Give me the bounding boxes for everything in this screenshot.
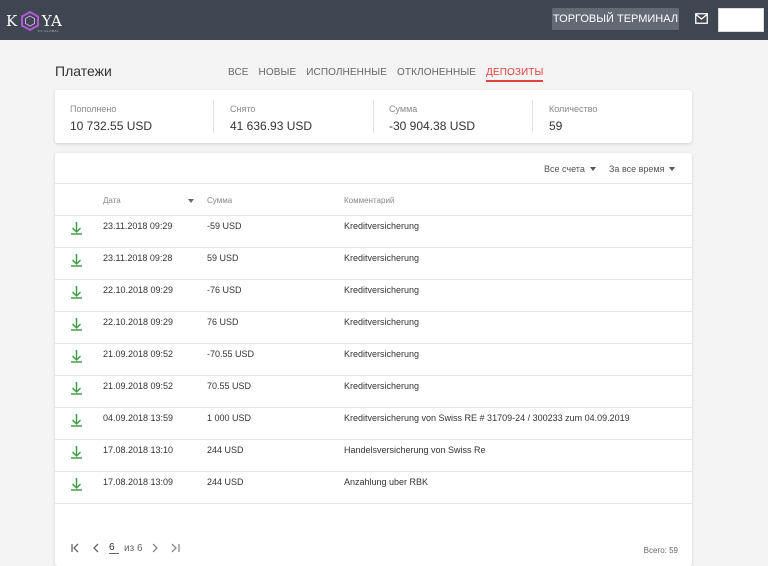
row-amount: 244 USD [207,445,244,455]
user-account-box[interactable] [718,8,764,32]
row-date: 22.10.2018 09:29 [103,317,174,327]
summary-card: Пополнено 10 732.55 USD Снято 41 636.93 … [55,90,692,143]
table-row[interactable]: 22.10.2018 09:29 -76 USD Kreditversicherun… [55,280,692,312]
column-header-comment[interactable]: Комментарий [344,196,394,205]
row-date: 17.08.2018 13:09 [103,477,174,487]
divider [373,100,374,133]
row-comment: Kreditversicherung [344,381,420,391]
table-row[interactable]: 04.09.2018 13:59 1 000 USD Kreditversicher… [55,408,692,440]
top-bar: K YA FX GLOBAL ТОРГОВЫЙ ТЕРМИНАЛ [0,0,768,40]
column-header-amount[interactable]: Сумма [207,196,232,205]
table-row[interactable]: 21.09.2018 09:52 -70.55 USD Kreditversiche… [55,344,692,376]
table-row[interactable]: 23.11.2018 09:28 59 USD Kreditversicherung [55,248,692,280]
payment-tabs: ВСЕ НОВЫЕ ИСПОЛНЕННЫЕ ОТКЛОНЕННЫЕ ДЕПОЗИ… [228,67,553,82]
row-comment: Kreditversicherung von Swiss RE # 31709-… [344,413,630,423]
row-date: 23.11.2018 09:28 [103,253,173,263]
row-amount: 59 USD [207,253,239,263]
tab-executed[interactable]: ИСПОЛНЕННЫЕ [306,67,387,82]
tab-new[interactable]: НОВЫЕ [259,67,297,82]
row-comment: Anzahlung uber RBK [344,477,429,487]
divider [213,100,214,133]
row-amount: -59 USD [207,221,242,231]
period-filter-label: За все время [609,164,665,174]
table-row[interactable]: 23.11.2018 09:29 -59 USD Kreditversicherun… [55,216,692,248]
logo[interactable]: K YA FX GLOBAL [6,8,62,34]
download-arrow-icon [70,477,83,496]
stat-value: 41 636.93 USD [230,119,313,133]
table-row[interactable]: 17.08.2018 13:09 244 USD Anzahlung uber RB… [55,472,692,504]
row-comment: Kreditversicherung [344,349,420,359]
tab-deposits[interactable]: ДЕПОЗИТЫ [486,67,544,82]
stat-label: Пополнено [70,104,117,114]
chevron-down-icon [669,167,676,171]
row-amount: 76 USD [207,317,239,327]
period-filter-dropdown[interactable]: За все время [609,164,676,174]
sort-desc-icon[interactable] [188,199,194,203]
last-page-icon[interactable] [169,543,181,553]
row-amount: -70.55 USD [207,349,255,359]
row-comment: Handelsversicherung von Swiss Re [344,445,486,455]
download-arrow-icon [70,381,83,400]
divider [532,100,533,133]
page-number-input[interactable] [109,542,119,554]
prev-page-icon[interactable] [92,543,100,553]
table-body: 23.11.2018 09:29 -59 USD Kreditversicherun… [55,216,692,504]
download-arrow-icon [70,445,83,464]
table-row[interactable]: 22.10.2018 09:29 76 USD Kreditversicherung [55,312,692,344]
row-comment: Kreditversicherung [344,253,420,263]
pagination: из 6 [70,542,181,554]
logo-subtitle: FX GLOBAL [38,29,60,33]
download-arrow-icon [70,253,83,272]
column-header-date[interactable]: Дата [103,196,121,205]
logo-letter-left: K [6,12,18,30]
total-count: Всего: 59 [643,546,678,555]
trading-terminal-button[interactable]: ТОРГОВЫЙ ТЕРМИНАЛ [552,8,679,30]
row-date: 22.10.2018 09:29 [103,285,174,295]
first-page-icon[interactable] [70,543,82,553]
download-arrow-icon [70,221,83,240]
tab-rejected[interactable]: ОТКЛОНЕННЫЕ [397,67,476,82]
row-date: 21.09.2018 09:52 [103,381,174,391]
stat-label: Количество [549,104,598,114]
download-arrow-icon [70,317,83,336]
logo-hexagon-icon [20,11,39,31]
accounts-filter-label: Все счета [544,164,585,174]
next-page-icon[interactable] [151,543,159,553]
page-count-text: из 6 [124,542,143,554]
divider [55,183,692,184]
stat-value: 10 732.55 USD [70,119,153,133]
row-amount: 70.55 USD [207,381,252,391]
stat-value: -30 904.38 USD [389,119,476,133]
table-row[interactable]: 17.08.2018 13:10 244 USD Handelsversicheru… [55,440,692,472]
row-date: 23.11.2018 09:29 [103,221,173,231]
stat-label: Снято [230,104,256,114]
row-date: 17.08.2018 13:10 [103,445,174,455]
row-amount: -76 USD [207,285,242,295]
row-comment: Kreditversicherung [344,285,420,295]
download-arrow-icon [70,413,83,432]
accounts-filter-dropdown[interactable]: Все счета [544,164,596,174]
page-title: Платежи [55,63,112,79]
tab-all[interactable]: ВСЕ [228,67,249,82]
chevron-down-icon [589,167,596,171]
payments-table-card: Все счета За все время Дата Сумма Коммен… [55,153,692,566]
stat-value: 59 [549,119,563,133]
logo-letters-right: YA [41,12,63,30]
row-comment: Kreditversicherung [344,317,420,327]
stat-label: Сумма [389,104,418,114]
row-date: 04.09.2018 13:59 [103,413,174,423]
download-arrow-icon [70,285,83,304]
download-arrow-icon [70,349,83,368]
row-date: 21.09.2018 09:52 [103,349,174,359]
row-comment: Kreditversicherung [344,221,420,231]
table-row[interactable]: 21.09.2018 09:52 70.55 USD Kreditversicher… [55,376,692,408]
row-amount: 244 USD [207,477,244,487]
mail-icon[interactable] [695,13,708,24]
row-amount: 1 000 USD [207,413,252,423]
